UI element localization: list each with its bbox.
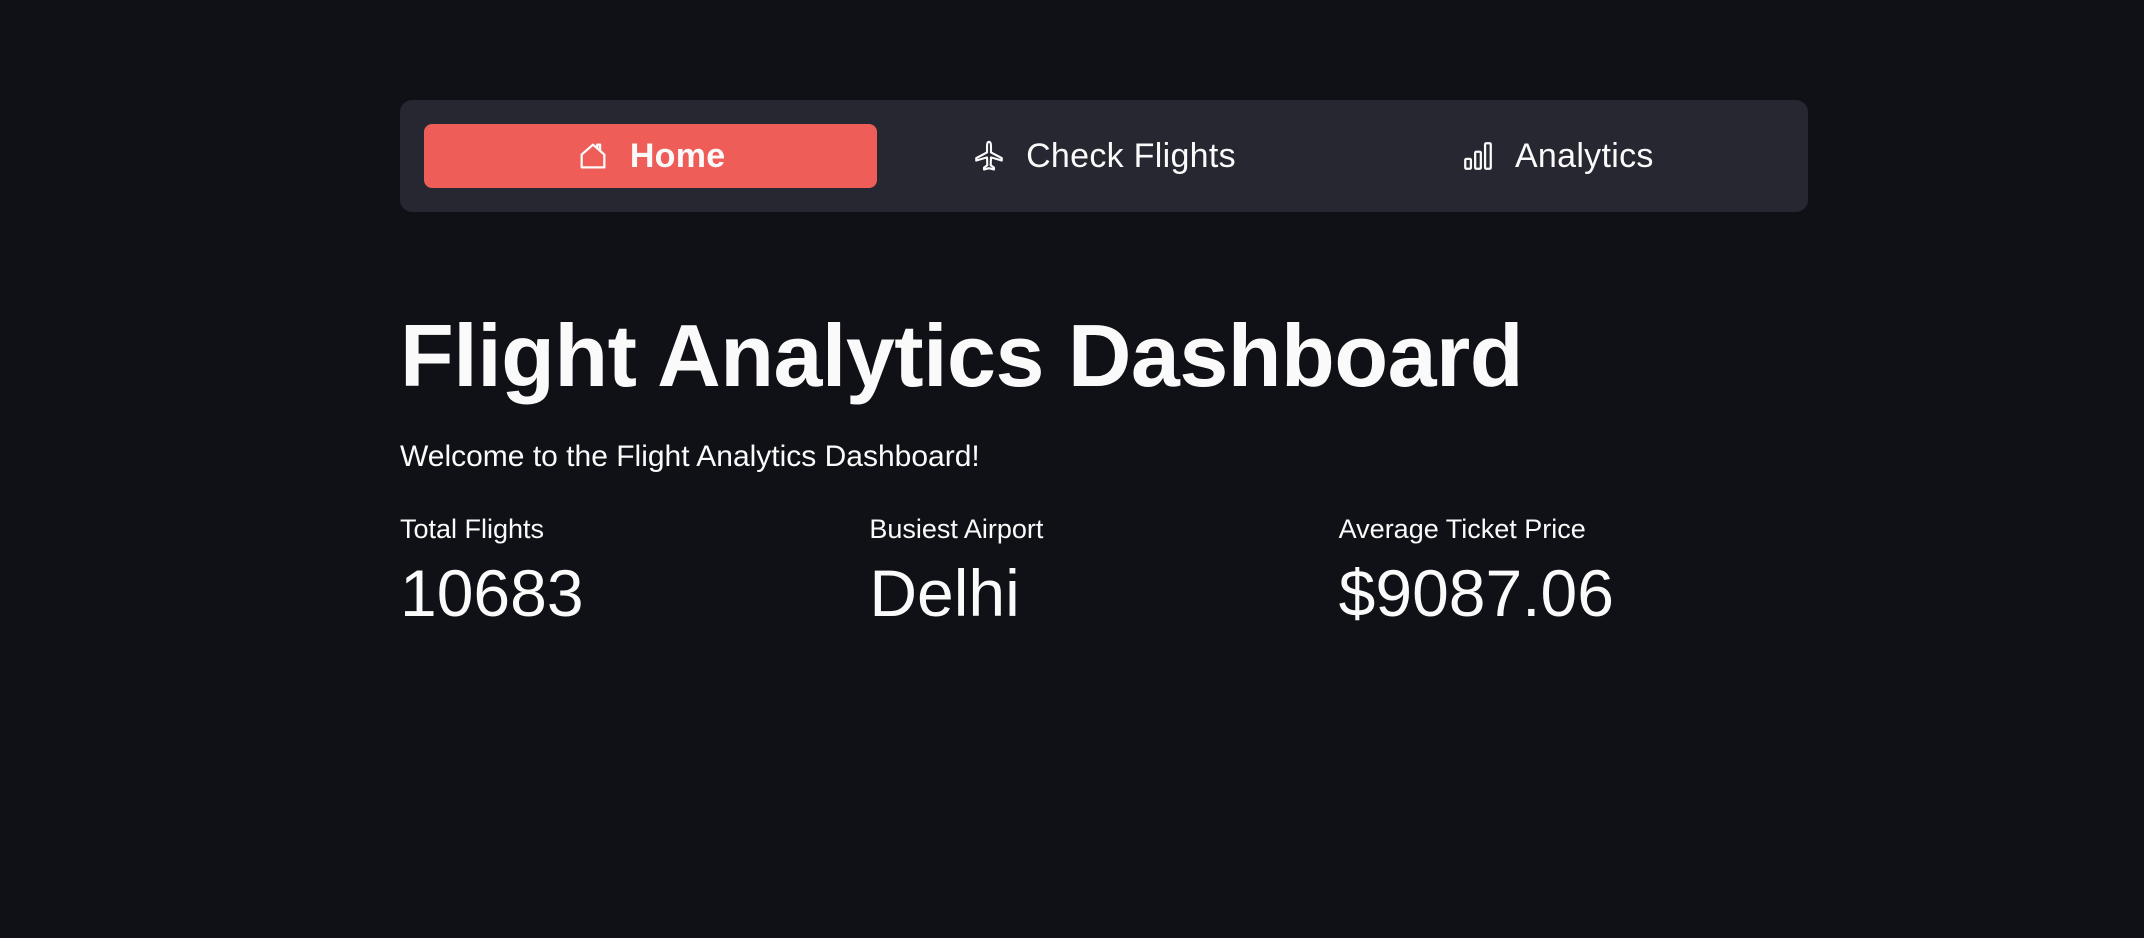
nav-item-label: Check Flights xyxy=(1026,136,1236,175)
metric-average-ticket-price: Average Ticket Price $9087.06 xyxy=(1339,514,1808,630)
metrics-row: Total Flights 10683 Busiest Airport Delh… xyxy=(400,514,1808,630)
nav-item-home[interactable]: Home xyxy=(424,124,878,188)
nav-item-label: Analytics xyxy=(1514,136,1654,175)
welcome-text: Welcome to the Flight Analytics Dashboar… xyxy=(400,440,980,474)
metric-label: Busiest Airport xyxy=(869,514,1044,545)
navigation-bar: Home Check Flights Analytics xyxy=(400,100,1808,212)
home-icon xyxy=(576,139,610,173)
nav-item-label: Home xyxy=(629,136,726,175)
nav-item-analytics[interactable]: Analytics xyxy=(1331,124,1784,188)
app-root: Home Check Flights Analytics Flight Anal… xyxy=(0,0,2144,938)
metric-total-flights: Total Flights 10683 xyxy=(400,514,869,630)
metric-label: Average Ticket Price xyxy=(1338,514,1586,545)
main-content: Home Check Flights Analytics Flight Anal… xyxy=(400,100,1808,630)
airplane-icon xyxy=(972,139,1006,173)
page-title: Flight Analytics Dashboard xyxy=(400,306,1524,405)
metric-value: $9087.06 xyxy=(1338,556,1614,631)
metric-label: Total Flights xyxy=(400,514,545,545)
bar-chart-icon xyxy=(1461,139,1495,173)
metric-value: Delhi xyxy=(869,556,1020,631)
metric-busiest-airport: Busiest Airport Delhi xyxy=(869,514,1338,630)
metric-value: 10683 xyxy=(400,556,584,631)
nav-item-check-flights[interactable]: Check Flights xyxy=(877,124,1330,188)
